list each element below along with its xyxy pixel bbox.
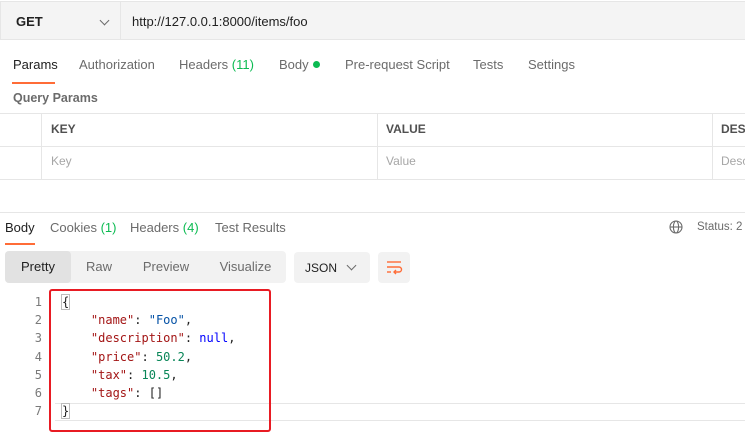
query-params-table: KEY VALUE DES Key Value Desc xyxy=(0,113,745,180)
globe-icon[interactable] xyxy=(669,220,683,234)
response-headers-label: Headers xyxy=(130,220,180,235)
response-tab-test-results[interactable]: Test Results xyxy=(215,220,286,235)
url-input[interactable]: http://127.0.0.1:8000/items/foo xyxy=(120,1,745,40)
table-divider xyxy=(712,113,713,180)
tab-pre-request-script[interactable]: Pre-request Script xyxy=(345,57,450,72)
method-label: GET xyxy=(16,14,43,29)
line-number: 7 xyxy=(34,404,42,419)
method-select[interactable]: GET xyxy=(0,1,120,40)
line-number: 6 xyxy=(34,386,42,400)
tab-headers[interactable]: Headers (11) xyxy=(179,57,254,72)
tab-tests[interactable]: Tests xyxy=(473,57,503,72)
column-header-key: KEY xyxy=(51,122,76,136)
view-preview-button[interactable]: Preview xyxy=(127,251,205,283)
line-number: 4 xyxy=(34,349,42,364)
cookies-label: Cookies xyxy=(50,220,97,235)
view-mode-group: Pretty Raw Preview Visualize xyxy=(5,251,286,283)
value-input[interactable]: Value xyxy=(386,154,416,168)
chevron-down-icon xyxy=(346,260,357,271)
wrap-lines-icon xyxy=(387,261,403,275)
line-number: 2 xyxy=(34,313,42,328)
table-border-top xyxy=(0,113,745,114)
tab-headers-label: Headers xyxy=(179,57,229,72)
cookies-count: (1) xyxy=(100,220,117,235)
wrap-lines-button[interactable] xyxy=(378,252,410,283)
table-divider xyxy=(377,113,378,180)
body-indicator-dot xyxy=(312,61,320,68)
format-select[interactable]: JSON xyxy=(294,252,370,283)
highlight-annotation-box xyxy=(49,289,271,432)
headers-count: (11) xyxy=(231,57,254,72)
tab-body[interactable]: Body xyxy=(279,57,320,72)
tab-settings[interactable]: Settings xyxy=(528,57,575,72)
response-active-tab-underline xyxy=(5,243,35,245)
key-input[interactable]: Key xyxy=(51,154,72,168)
format-label: JSON xyxy=(305,261,338,275)
response-divider xyxy=(0,212,745,213)
response-status: Status: 2 xyxy=(697,221,743,233)
active-tab-underline xyxy=(12,82,55,84)
line-number: 1 xyxy=(34,295,42,309)
line-number: 5 xyxy=(34,367,42,382)
response-tab-cookies[interactable]: Cookies (1) xyxy=(50,220,116,235)
view-raw-button[interactable]: Raw xyxy=(71,251,127,283)
description-input[interactable]: Desc xyxy=(721,154,745,168)
query-params-title: Query Params xyxy=(13,91,98,105)
tab-body-label: Body xyxy=(279,57,309,72)
table-border-bottom xyxy=(0,179,745,180)
tab-params[interactable]: Params xyxy=(13,57,58,72)
tab-authorization[interactable]: Authorization xyxy=(79,57,155,72)
line-number: 3 xyxy=(34,331,42,346)
view-visualize-button[interactable]: Visualize xyxy=(205,251,286,283)
table-divider xyxy=(41,113,42,180)
response-tab-headers[interactable]: Headers (4) xyxy=(130,220,199,235)
chevron-down-icon xyxy=(99,15,110,26)
response-tab-body[interactable]: Body xyxy=(5,220,35,235)
view-pretty-button[interactable]: Pretty xyxy=(5,251,71,283)
url-text: http://127.0.0.1:8000/items/foo xyxy=(132,14,308,29)
table-border-mid xyxy=(0,146,745,147)
column-header-description: DES xyxy=(721,122,745,136)
response-headers-count: (4) xyxy=(182,220,199,235)
column-header-value: VALUE xyxy=(386,122,426,136)
